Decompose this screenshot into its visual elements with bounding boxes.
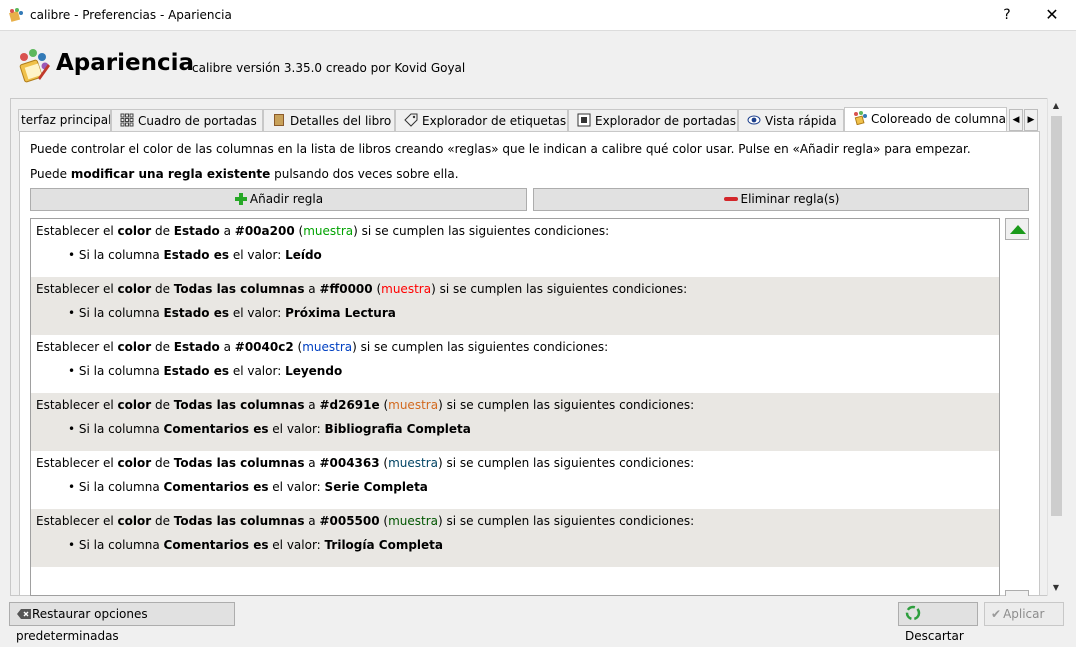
scroll-down-arrow[interactable]: ▼ [1048,580,1064,596]
color-sample: muestra [388,456,439,470]
rule-item[interactable]: Establecer el color de Todas las columna… [31,509,999,567]
minus-icon [723,197,738,201]
title-bar: calibre - Preferencias - Apariencia ? ✕ [0,0,1076,31]
calibre-app-icon [9,8,23,22]
rule-condition: • Si la columna Estado es el valor: Leíd… [68,248,322,262]
move-rule-down-button[interactable] [1005,590,1029,596]
version-text: calibre versión 3.35.0 creado por Kovid … [192,61,466,75]
backspace-icon [17,609,31,619]
check-icon: ✔ [991,607,1002,621]
color-sample: muestra [303,224,354,238]
rule-item[interactable]: Establecer el color de Todas las columna… [31,277,999,335]
tab-main-interface[interactable]: terfaz principal [18,109,111,131]
eye-icon [747,115,761,125]
intro-hint: Puede modificar una regla existente puls… [30,167,459,181]
move-rule-up-button[interactable] [1005,218,1029,240]
palette-icon [854,111,867,125]
close-button[interactable]: ✕ [1038,4,1066,26]
color-sample: muestra [388,398,439,412]
tab-quickview[interactable]: Vista rápida [738,109,844,131]
tab-label: Detalles del libro [290,114,392,128]
plus-icon [234,193,247,205]
cover-browser-icon [577,113,591,127]
tab-label: terfaz principal [21,113,111,127]
rule-condition: • Si la columna Comentarios es el valor:… [68,480,428,494]
rule-item[interactable]: Establecer el color de Estado a #0040c2 … [31,335,999,393]
tab-bar: terfaz principal Cuadro de portadas Deta… [18,107,1008,131]
color-sample: muestra [388,514,439,528]
rule-summary: Establecer el color de Todas las columna… [36,282,688,296]
tab-scroll-right[interactable]: ▶ [1024,109,1038,131]
restore-defaults-button[interactable]: Restaurar opciones predeterminadas [9,602,235,643]
rule-condition: • Si la columna Comentarios es el valor:… [68,422,471,436]
tab-label: Explorador de etiquetas [422,114,567,128]
scroll-up-arrow[interactable]: ▲ [1048,98,1064,114]
rule-summary: Establecer el color de Estado a #0040c2 … [36,340,609,354]
tab-column-coloring[interactable]: Coloreado de columna [844,107,1007,131]
intro-text: Puede controlar el color de las columnas… [30,142,971,156]
tab-label: Cuadro de portadas [138,114,257,128]
rule-summary: Establecer el color de Estado a #00a200 … [36,224,610,238]
tab-cover-browser[interactable]: Explorador de portadas [568,109,738,131]
rule-item[interactable]: Establecer el color de Todas las columna… [31,393,999,451]
color-sample: muestra [302,340,353,354]
book-icon [274,114,284,126]
rule-item[interactable]: Establecer el color de Todas las columna… [31,451,999,509]
help-button[interactable]: ? [993,4,1021,26]
discard-button[interactable]: Descartar [898,602,978,643]
page-title: Apariencia [56,50,195,76]
tab-cover-grid[interactable]: Cuadro de portadas [111,109,263,131]
tab-tag-browser[interactable]: Explorador de etiquetas [395,109,568,131]
tag-icon [404,113,418,127]
rule-summary: Establecer el color de Todas las columna… [36,514,695,528]
rule-condition: • Si la columna Comentarios es el valor:… [68,538,444,552]
scroll-thumb[interactable] [1051,116,1062,516]
tab-label: Explorador de portadas [595,114,736,128]
rule-item[interactable]: Establecer el color de Estado a #00a200 … [31,219,999,277]
rule-condition: • Si la columna Estado es el valor: Leye… [68,364,343,378]
rule-summary: Establecer el color de Todas las columna… [36,398,695,412]
rules-list[interactable]: Establecer el color de Estado a #00a200 … [30,218,1000,596]
remove-rule-button[interactable]: Eliminar regla(s) [533,188,1029,211]
window-title: calibre - Preferencias - Apariencia [30,8,232,22]
recycle-icon [905,605,921,621]
apply-button[interactable]: ✔ Aplicar [984,602,1064,626]
tab-label: Coloreado de columna [871,112,1006,126]
appearance-icon [19,49,50,83]
tab-label: Vista rápida [765,114,837,128]
tab-book-details[interactable]: Detalles del libro [263,109,395,131]
grid-icon [120,113,134,127]
rule-summary: Establecer el color de Todas las columna… [36,456,695,470]
tab-scroll-left[interactable]: ◀ [1009,109,1023,131]
color-sample: muestra [381,282,432,296]
rule-condition: • Si la columna Estado es el valor: Próx… [68,306,396,320]
vertical-scrollbar[interactable]: ▲ ▼ [1047,98,1064,596]
add-rule-button[interactable]: Añadir regla [30,188,527,211]
up-arrow-icon [1010,225,1026,234]
